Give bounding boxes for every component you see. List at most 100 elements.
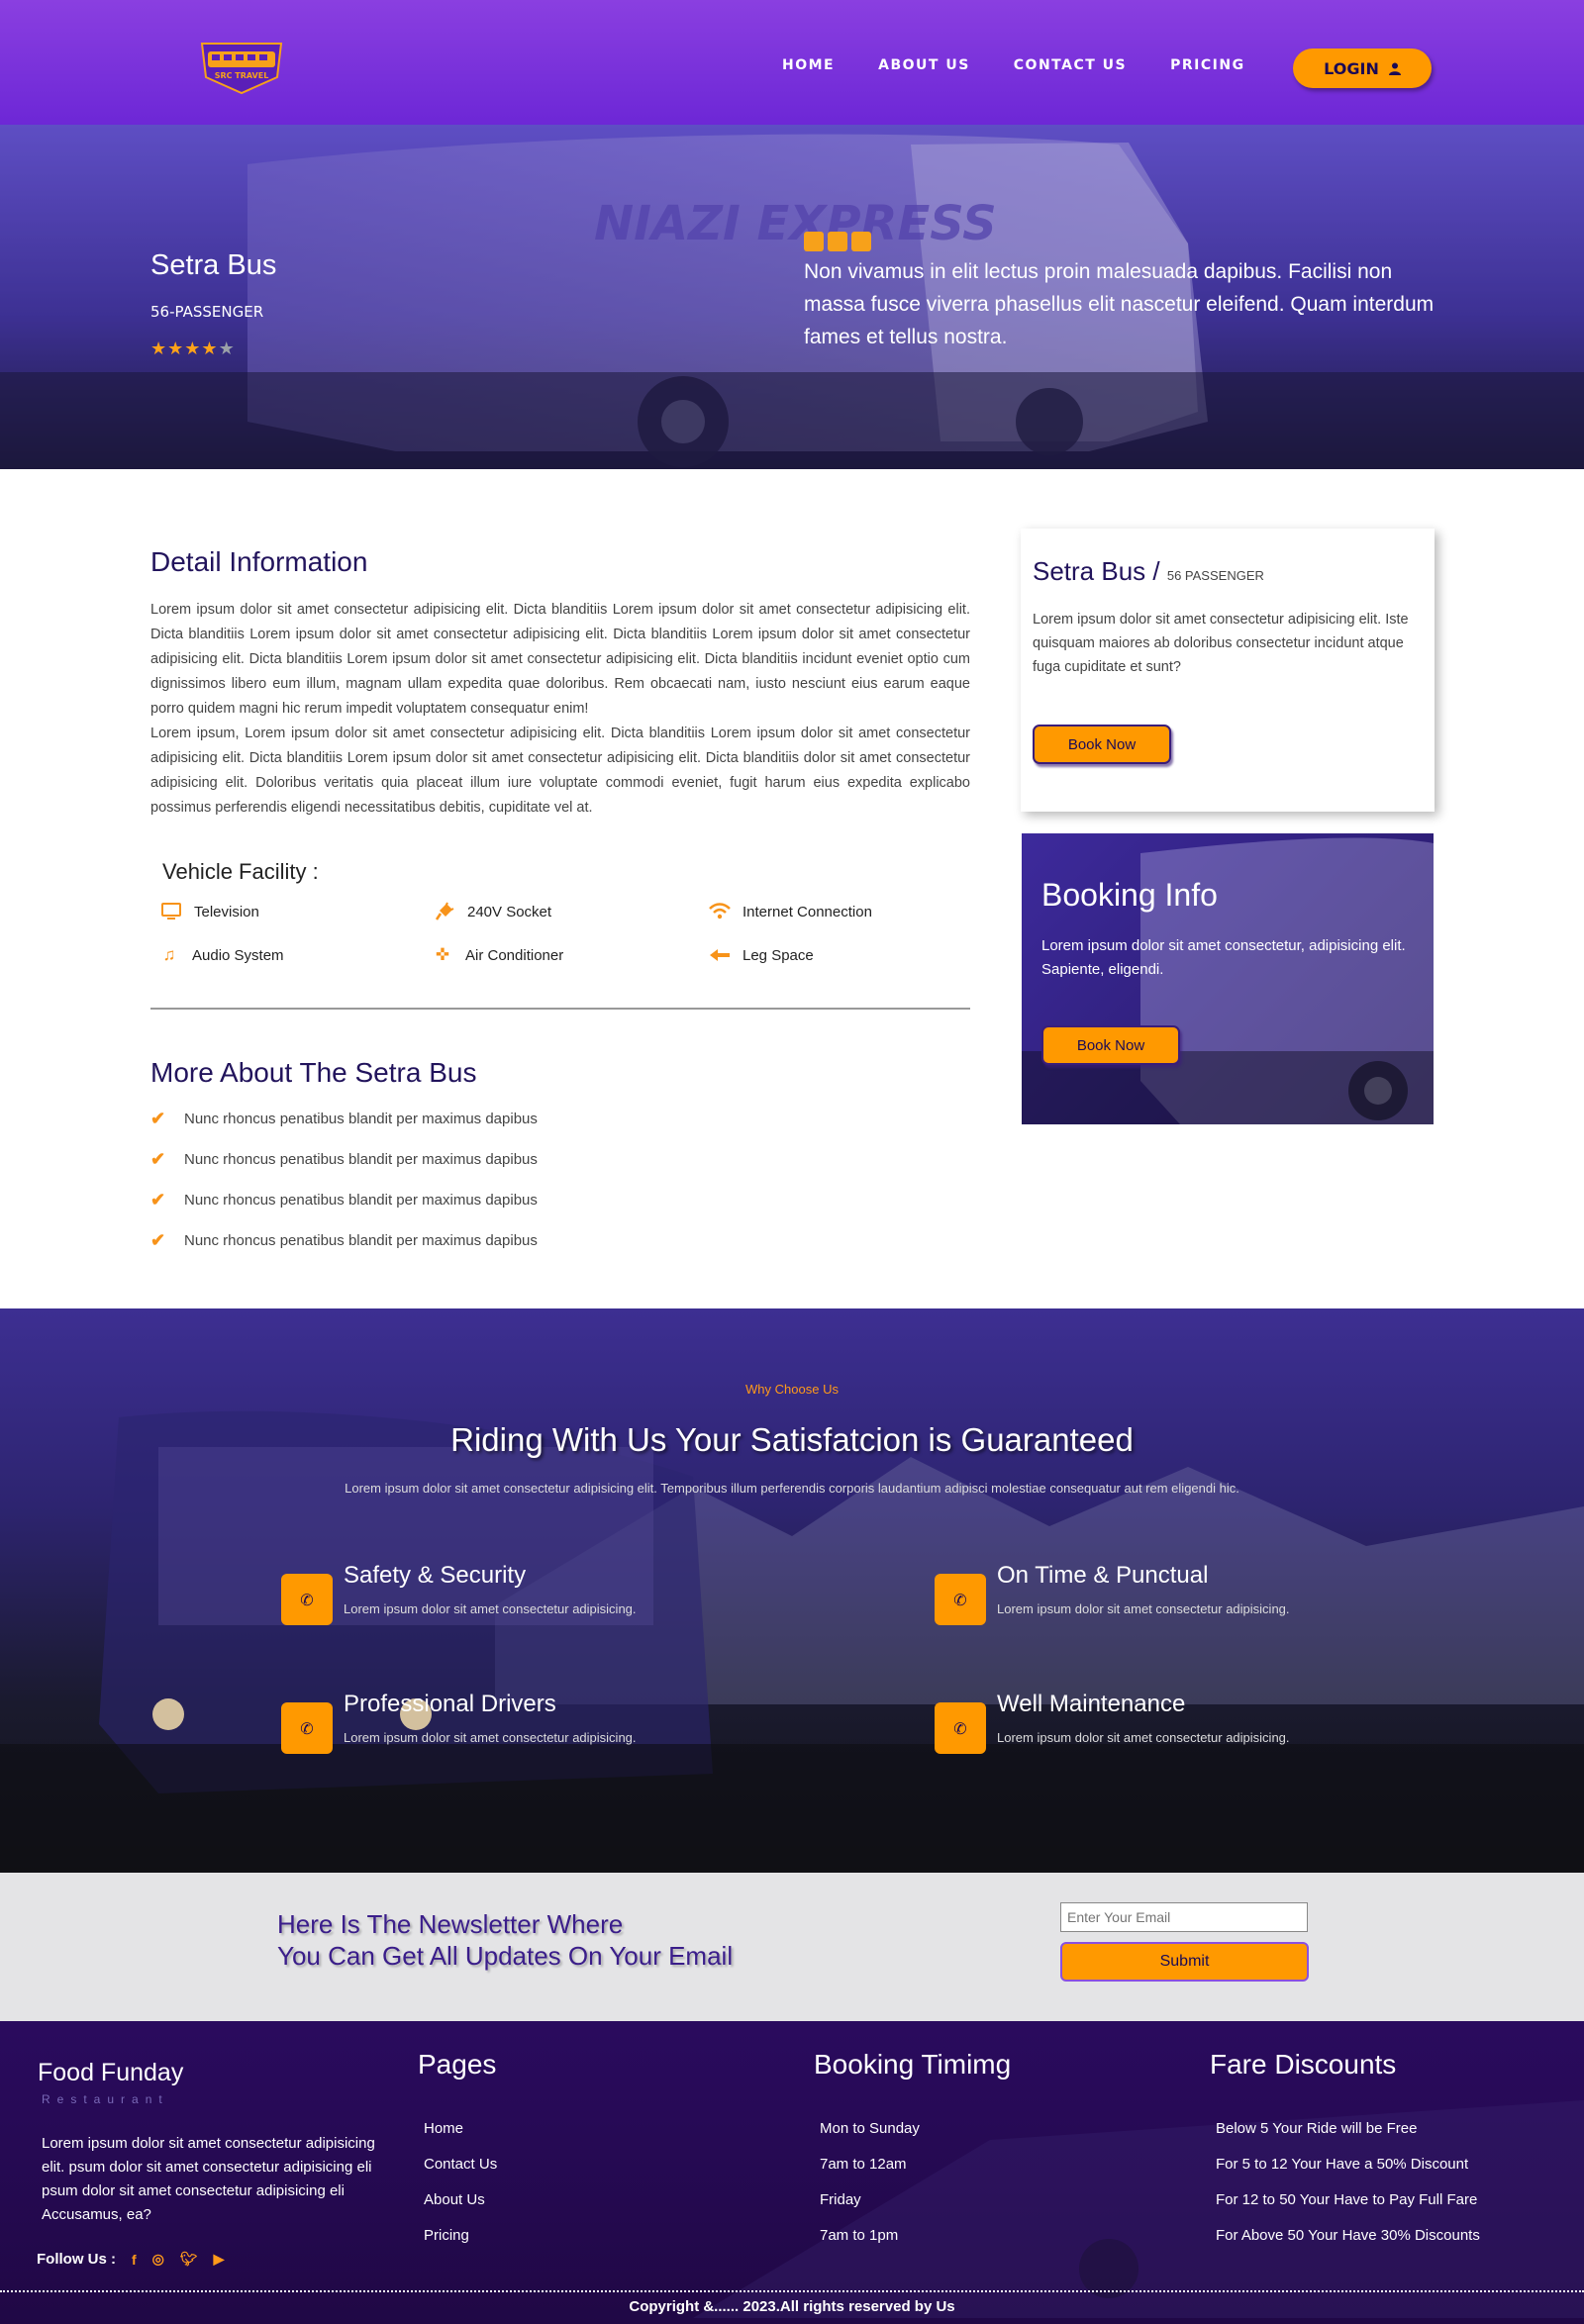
booking-info-panel: Booking Info Lorem ipsum dolor sit amet … — [1022, 833, 1434, 1124]
facility-label: Internet Connection — [742, 903, 872, 920]
star-icon: ★ — [167, 339, 185, 359]
facility-leg-space: Leg Space — [709, 944, 814, 966]
check-icon: ✔ — [150, 1190, 166, 1210]
nav-contact-us[interactable]: CONTACT US — [1014, 57, 1127, 73]
booking-book-now-button[interactable]: Book Now — [1041, 1025, 1180, 1065]
hero-banner: NIAZI EXPRESS Setra Bus 56-PASSENGER ★★★… — [0, 125, 1584, 469]
facility-television: Television — [160, 901, 259, 922]
fare-item: For 12 to 50 Your Have to Pay Full Fare — [1216, 2191, 1478, 2208]
hero-title: Setra Bus — [150, 249, 277, 281]
facility-ac: ✜ Air Conditioner — [432, 944, 563, 966]
twitter-icon[interactable]: 🐦︎ — [180, 2251, 198, 2268]
music-icon: ♫ — [162, 945, 176, 964]
timing-list: Mon to Sunday 7am to 12am Friday 7am to … — [820, 2120, 920, 2263]
timing-item: 7am to 12am — [820, 2156, 907, 2173]
tv-icon — [160, 901, 182, 922]
pages-list: Home Contact Us About Us Pricing — [424, 2120, 497, 2263]
feature-title: Well Maintenance — [997, 1691, 1186, 1717]
copyright: Copyright &...... 2023.All rights reserv… — [629, 2298, 955, 2315]
star-icon: ★ — [150, 339, 168, 359]
feature-text: Lorem ipsum dolor sit amet consectetur a… — [997, 1601, 1290, 1616]
feature-text: Lorem ipsum dolor sit amet consectetur a… — [344, 1601, 637, 1616]
hero-quote: Non vivamus in elit lectus proin malesua… — [804, 260, 1435, 348]
card-text: Lorem ipsum dolor sit amet consectetur a… — [1033, 612, 1409, 675]
footer-link-home[interactable]: Home — [424, 2120, 497, 2156]
why-kicker: Why Choose Us — [745, 1382, 839, 1397]
login-button[interactable]: LOGIN — [1293, 48, 1432, 88]
list-item: ✔ Nunc rhoncus penatibus blandit per maxi… — [150, 1230, 538, 1250]
phone-icon: ✆ — [935, 1574, 986, 1625]
youtube-icon[interactable]: ▶ — [214, 2251, 225, 2268]
timing-item: Friday — [820, 2191, 861, 2208]
check-icon: ✔ — [150, 1149, 166, 1169]
hero-decor-squares — [804, 232, 871, 251]
check-icon: ✔ — [150, 1109, 166, 1128]
detail-paragraph-2: Lorem ipsum, Lorem ipsum dolor sit amet … — [150, 726, 970, 816]
login-label: LOGIN — [1324, 58, 1379, 78]
feature-text: Lorem ipsum dolor sit amet consectetur a… — [344, 1730, 637, 1745]
newsletter-title: Here Is The Newsletter Where You Can Get… — [277, 1909, 734, 1971]
detail-paragraph-1: Lorem ipsum dolor sit amet consectetur a… — [150, 602, 970, 717]
nav-pricing[interactable]: PRICING — [1170, 57, 1244, 73]
footer-link-pricing[interactable]: Pricing — [424, 2227, 497, 2263]
footer-link-contact-us[interactable]: Contact Us — [424, 2156, 497, 2191]
plug-icon — [434, 901, 455, 922]
section-divider — [150, 1008, 970, 1010]
check-icon: ✔ — [150, 1230, 166, 1250]
why-subtitle: Lorem ipsum dolor sit amet consectetur a… — [345, 1481, 1239, 1496]
card-subtitle: 56 PASSENGER — [1166, 568, 1264, 583]
timing-item: 7am to 1pm — [820, 2227, 899, 2244]
feature-title: On Time & Punctual — [997, 1562, 1209, 1589]
timing-title: Booking Timimg — [814, 2049, 1012, 2080]
email-field[interactable] — [1060, 1902, 1308, 1932]
why-choose-us-section: Why Choose Us Riding With Us Your Satisf… — [0, 1308, 1584, 1873]
footer-link-about-us[interactable]: About Us — [424, 2191, 497, 2227]
star-icon: ★ — [184, 339, 202, 359]
pages-title: Pages — [418, 2049, 497, 2080]
seat-icon — [709, 944, 731, 966]
booking-title: Booking Info — [1041, 877, 1218, 913]
fare-list: Below 5 Your Ride will be Free For 5 to … — [1216, 2120, 1480, 2263]
fare-title: Fare Discounts — [1210, 2049, 1397, 2080]
facility-label: Air Conditioner — [465, 946, 564, 964]
list-item: ✔ Nunc rhoncus penatibus blandit per maxi… — [150, 1149, 538, 1169]
footer-brand[interactable]: Food Funday — [38, 2059, 183, 2087]
phone-icon: ✆ — [281, 1702, 333, 1754]
nav-home[interactable]: HOME — [782, 57, 835, 73]
brand-logo[interactable]: SRC TRAVEL — [194, 38, 289, 97]
footer-brand-sub: Restaurant — [42, 2092, 169, 2106]
star-rating: ★★★★★ — [150, 339, 236, 359]
nav-about-us[interactable]: ABOUT US — [878, 57, 970, 73]
facility-label: Television — [194, 903, 259, 920]
fan-icon: ✜ — [435, 945, 450, 964]
vehicle-facility-title: Vehicle Facility : — [162, 859, 319, 884]
fare-item: For Above 50 Your Have 30% Discounts — [1216, 2227, 1480, 2244]
card-title: Setra Bus / 56 PASSENGER — [1033, 556, 1264, 586]
instagram-icon[interactable]: ◎ — [152, 2251, 164, 2268]
detail-text: Lorem ipsum dolor sit amet consectetur a… — [150, 598, 970, 821]
facebook-icon[interactable]: f — [132, 2252, 137, 2268]
facility-internet: Internet Connection — [709, 901, 872, 922]
footer-about: Lorem ipsum dolor sit amet consectetur a… — [42, 2135, 375, 2223]
facility-audio: ♫ Audio System — [158, 944, 284, 966]
newsletter-section: Here Is The Newsletter Where You Can Get… — [0, 1873, 1584, 2021]
more-about-title: More About The Setra Bus — [150, 1057, 477, 1088]
book-now-button[interactable]: Book Now — [1033, 725, 1171, 764]
facility-label: Audio System — [192, 946, 284, 964]
submit-button[interactable]: Submit — [1060, 1942, 1309, 1982]
top-navbar: SRC TRAVEL HOME ABOUT US CONTACT US PRIC… — [0, 0, 1584, 125]
feature-text: Lorem ipsum dolor sit amet consectetur a… — [997, 1730, 1290, 1745]
star-empty-icon: ★ — [218, 339, 236, 359]
svg-text:SRC TRAVEL: SRC TRAVEL — [215, 71, 269, 80]
hero-subtitle: 56-PASSENGER — [150, 303, 264, 321]
facility-socket: 240V Socket — [434, 901, 551, 922]
timing-item: Mon to Sunday — [820, 2120, 920, 2137]
star-icon: ★ — [201, 339, 219, 359]
footer-divider — [0, 2290, 1584, 2292]
footer: Food Funday Restaurant Lorem ipsum dolor… — [0, 2021, 1584, 2324]
facility-label: 240V Socket — [467, 903, 552, 920]
bus-summary-card: Setra Bus / 56 PASSENGER Lorem ipsum dol… — [1021, 529, 1435, 812]
list-item: ✔ Nunc rhoncus penatibus blandit per maxi… — [150, 1109, 538, 1128]
booking-text: Lorem ipsum dolor sit amet consectetur, … — [1041, 937, 1406, 978]
facility-label: Leg Space — [742, 946, 814, 964]
